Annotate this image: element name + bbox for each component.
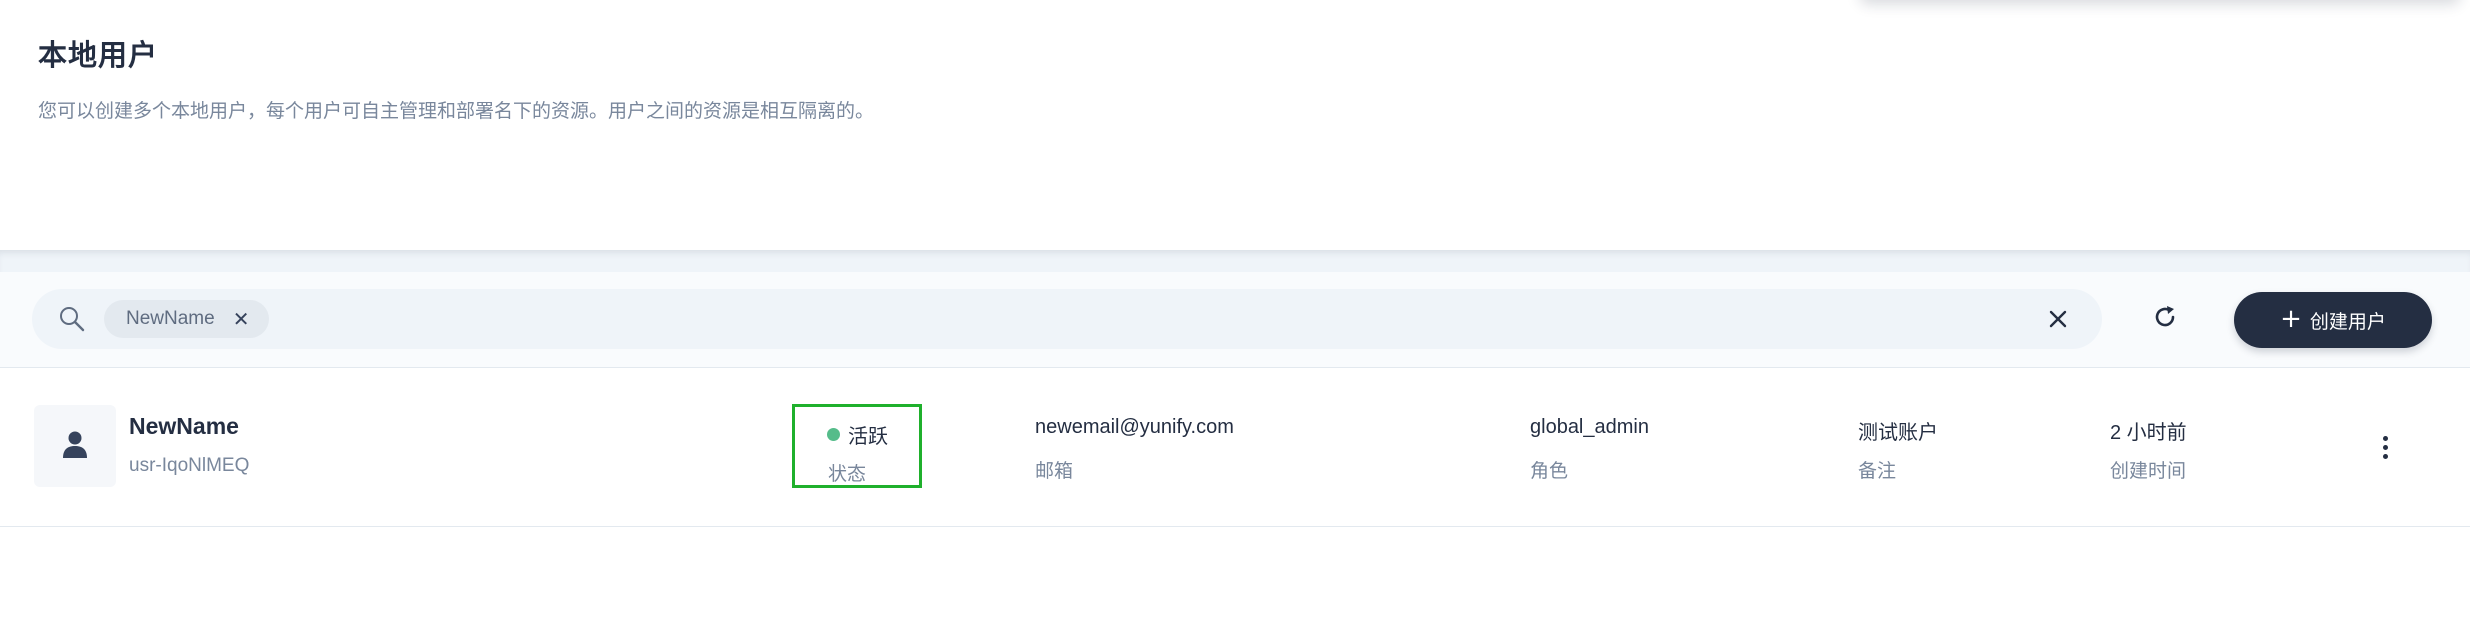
page-header: 本地用户 您可以创建多个本地用户，每个用户可自主管理和部署名下的资源。用户之间的… [0,0,2470,250]
note-value: 测试账户 [1858,422,1938,444]
email-label: 邮箱 [1035,460,1074,482]
more-icon-dot [2382,444,2388,450]
user-name-link[interactable]: NewName [129,413,239,440]
status-value: 活跃 [827,420,888,449]
page-title: 本地用户 [38,38,159,72]
role-label: 角色 [1530,460,1569,482]
create-user-label: 创建用户 [2309,310,2386,333]
user-icon [61,429,89,463]
status-cell: 活跃 状态 [792,404,922,488]
clear-search-icon[interactable] [2044,305,2072,333]
role-value: global_admin [1530,416,1649,438]
search-icon [58,305,86,333]
filter-tag-close-icon[interactable]: ✕ [233,309,250,329]
email-value: newemail@yunify.com [1035,416,1234,438]
create-user-button[interactable]: + 创建用户 [2234,292,2432,348]
more-icon-dot [2382,453,2388,459]
more-options-button[interactable] [2370,425,2400,469]
avatar [34,405,116,487]
filter-tag[interactable]: NewName ✕ [104,300,270,338]
status-label: 状态 [828,463,867,485]
status-dot-icon [827,428,840,441]
table-row[interactable]: NewName usr-IqoNlMEQ 活跃 状态 newemail@yuni… [0,369,2470,527]
user-id: usr-IqoNlMEQ [129,455,250,476]
filter-tag-label: NewName [126,308,215,329]
more-icon [2382,435,2388,441]
refresh-icon [2151,303,2179,335]
created-value: 2 小时前 [2110,422,2187,444]
created-label: 创建时间 [2110,460,2187,482]
toolbar: NewName ✕ + 创建用户 [0,272,2470,368]
note-label: 备注 [1858,460,1897,482]
status-text: 活跃 [848,424,888,448]
refresh-button[interactable] [2142,296,2188,342]
page-description: 您可以创建多个本地用户，每个用户可自主管理和部署名下的资源。用户之间的资源是相互… [38,100,875,122]
plus-icon: + [2280,304,2302,334]
search-input[interactable]: NewName ✕ [32,289,2102,349]
section-divider [0,250,2470,272]
